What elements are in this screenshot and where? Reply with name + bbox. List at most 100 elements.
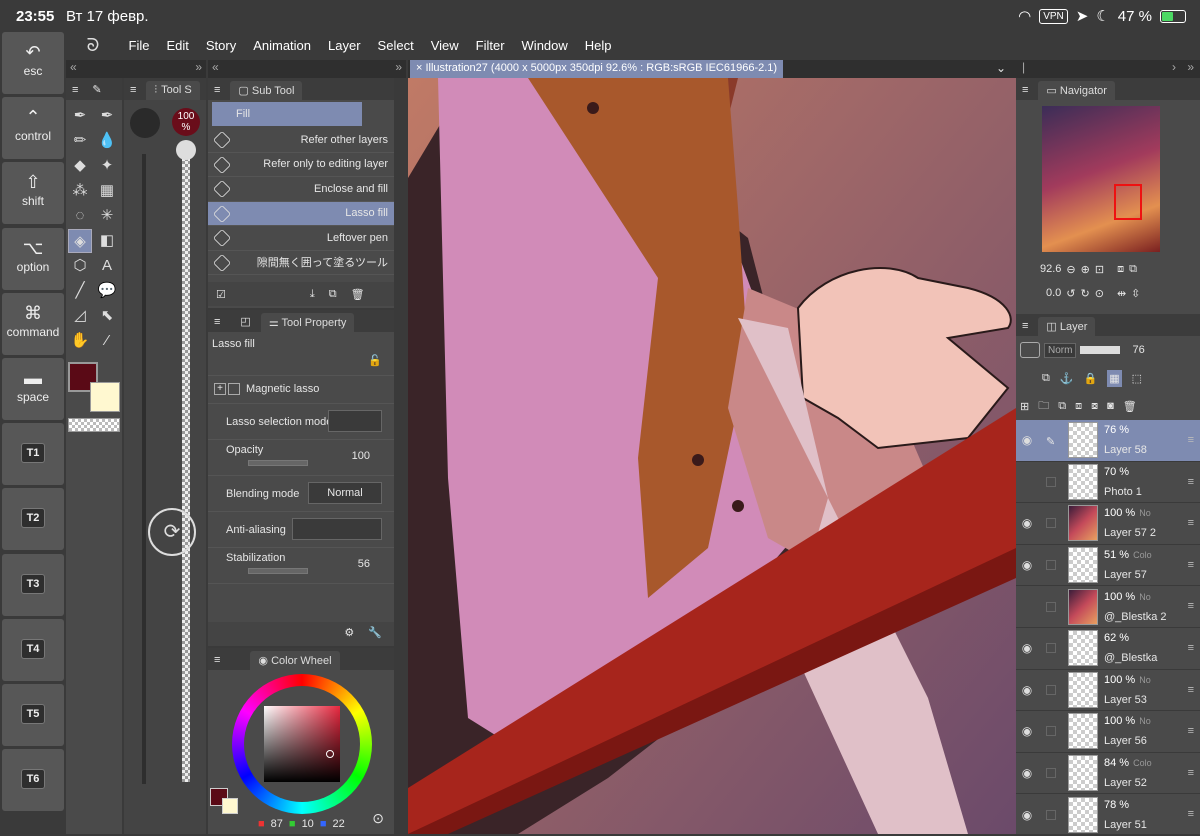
gradient-tool-icon[interactable]: ◧ [95, 229, 119, 253]
menu-help[interactable]: Help [576, 38, 620, 53]
copy-layer-icon[interactable]: ⧉ [1058, 400, 1066, 413]
operation-tool-icon[interactable]: ⬉ [95, 304, 119, 328]
key-command[interactable]: ⌘ command [2, 292, 64, 355]
rotate-left-icon[interactable]: ↺ [1066, 287, 1075, 300]
sub-tool-group-fill[interactable]: Fill [212, 102, 362, 126]
eraser-tool-icon[interactable]: ◆ [68, 154, 92, 178]
layer-row[interactable]: ◉ ✎ 76 % Layer 58 ≡ [1016, 420, 1200, 462]
color-mode-icon[interactable]: ⊙ [372, 810, 384, 827]
flip-vertical-icon[interactable]: ⇳ [1131, 287, 1140, 300]
tab-tool-settings[interactable]: ⫶ Tool S [146, 81, 200, 100]
csp-logo-icon[interactable]: ᘐ [66, 35, 120, 56]
pen-tab-icon[interactable]: ✎ [92, 83, 101, 96]
menu-story[interactable]: Story [197, 38, 244, 53]
layer-select-checkbox[interactable] [1046, 809, 1056, 820]
zoom-in-icon[interactable]: ⊕ [1081, 263, 1090, 276]
key-t3[interactable]: T3 [2, 553, 64, 616]
tab-tool-property[interactable]: ⚌ Tool Property [260, 313, 355, 332]
magic-wand-icon[interactable]: ✳ [95, 204, 119, 228]
new-folder-icon[interactable]: 🗀 [1038, 397, 1049, 416]
key-esc[interactable]: ↶ esc [2, 32, 64, 94]
sub-tool-item[interactable]: Leftover pen [208, 226, 394, 251]
menu-animation[interactable]: Animation [245, 38, 320, 53]
tab-layer[interactable]: ◫ Layer [1038, 317, 1096, 336]
collapse-strip-right[interactable]: | ›» [1016, 60, 1200, 78]
sub-tool-item[interactable]: Lasso fill [208, 201, 394, 226]
merge-down-icon[interactable]: ⧈ [1075, 400, 1082, 413]
key-space[interactable]: ▬ space [2, 358, 64, 420]
eyedropper-icon[interactable]: ⁄ [95, 329, 119, 353]
magnetic-lasso-checkbox[interactable] [228, 383, 240, 395]
zoom-fit-icon[interactable]: ⊡ [1095, 263, 1104, 276]
lock-transparency-icon[interactable]: ▦ [1107, 369, 1122, 387]
rotate-canvas-icon[interactable]: ⟳ [148, 508, 196, 556]
lasso-tool-icon[interactable]: ◌ [68, 204, 92, 228]
layer-blend-dropdown[interactable]: Norm [1044, 342, 1077, 358]
layer-select-checkbox[interactable] [1046, 726, 1056, 737]
menu-icon[interactable]: ≡ [214, 84, 220, 96]
tab-sub-tool[interactable]: ▢ Sub Tool [230, 81, 303, 100]
menu-icon[interactable]: ≡ [214, 316, 220, 328]
brush-size-track[interactable] [142, 154, 146, 784]
layer-drag-handle-icon[interactable]: ≡ [1188, 559, 1194, 571]
balloon-tool-icon[interactable]: 💬 [95, 279, 119, 303]
zoom-value[interactable]: 92.6 [1040, 263, 1061, 275]
layer-select-checkbox[interactable] [1046, 643, 1056, 654]
sub-tool-item[interactable]: Refer other layers [208, 128, 394, 153]
trash-icon[interactable]: 🗑 [351, 288, 365, 301]
layer-row[interactable]: ◉ 100 % No Layer 53 ≡ [1016, 670, 1200, 712]
layer-drag-handle-icon[interactable]: ≡ [1188, 642, 1194, 654]
navigator-viewport-frame[interactable] [1114, 184, 1142, 220]
opacity-slider-handle[interactable] [176, 140, 196, 160]
settings-icon[interactable]: ☑ [216, 288, 226, 301]
eye-icon[interactable]: ◉ [1016, 724, 1038, 738]
key-t1[interactable]: T1 [2, 423, 64, 486]
canvas-tab[interactable]: × Illustration27 (4000 x 5000px 350dpi 9… [410, 60, 784, 78]
menu-icon[interactable]: ≡ [1022, 84, 1028, 96]
nav-tab-icon[interactable]: ◰ [240, 315, 250, 328]
lock-layer-icon[interactable]: 🔒 [1084, 372, 1098, 385]
new-raster-layer-icon[interactable]: ⊞ [1020, 400, 1029, 413]
layer-row[interactable]: ◉ 78 % Layer 51 ≡ [1016, 794, 1200, 836]
layer-drag-handle-icon[interactable]: ≡ [1188, 517, 1194, 529]
navigator-preview[interactable] [1042, 106, 1160, 252]
sub-color-mini[interactable] [222, 798, 238, 814]
frame-tool-icon[interactable]: ◿ [68, 304, 92, 328]
layer-drag-handle-icon[interactable]: ≡ [1188, 767, 1194, 779]
key-shift[interactable]: ⇧ shift [2, 162, 64, 225]
clip-icon[interactable]: ⧉ [1042, 372, 1050, 385]
layer-row[interactable]: ◉ 100 % No Layer 57 2 ≡ [1016, 503, 1200, 545]
3d-object-icon[interactable]: ⬡ [68, 254, 92, 278]
create-mask-icon[interactable]: ◙ [1107, 400, 1114, 412]
lock-icon[interactable]: 🔓 [368, 354, 382, 367]
anti-aliasing-selector[interactable] [292, 518, 382, 540]
layer-drag-handle-icon[interactable]: ≡ [1188, 808, 1194, 820]
layer-drag-handle-icon[interactable]: ≡ [1188, 725, 1194, 737]
actual-size-icon[interactable]: ⧉ [1129, 263, 1137, 276]
blend-tool-icon[interactable]: 💧 [95, 129, 119, 153]
menu-icon[interactable]: ≡ [72, 84, 78, 96]
key-t5[interactable]: T5 [2, 684, 64, 746]
layer-type-icon[interactable] [1020, 342, 1040, 358]
reference-icon[interactable]: ⚓ [1060, 372, 1074, 385]
sub-tool-item[interactable]: Enclose and fill [208, 177, 394, 202]
eye-icon[interactable]: ◉ [1016, 433, 1038, 447]
eye-icon[interactable]: ◉ [1016, 641, 1038, 655]
menu-icon[interactable]: ≡ [1022, 320, 1028, 332]
stabilization-slider[interactable] [248, 568, 308, 574]
pen-tool-icon[interactable]: ✒ [68, 104, 92, 128]
saturation-value-square[interactable] [264, 706, 340, 782]
opacity-value[interactable]: 100 [352, 450, 370, 462]
menu-icon[interactable]: ≡ [214, 654, 220, 666]
sub-tool-item[interactable]: Refer only to editing layer [208, 153, 394, 177]
eye-icon[interactable]: ◉ [1016, 516, 1038, 530]
key-option[interactable]: ⌥ option [2, 227, 64, 290]
rotation-value[interactable]: 0.0 [1046, 287, 1061, 299]
menu-icon[interactable]: ≡ [130, 84, 136, 96]
layer-opacity-slider[interactable] [1080, 346, 1121, 354]
marker-tool-icon[interactable]: ✒ [95, 104, 119, 128]
lasso-mode-selector[interactable] [328, 410, 382, 432]
artwork-canvas[interactable] [408, 78, 1016, 834]
chevron-down-icon[interactable]: ⌄ [996, 61, 1006, 75]
tab-navigator[interactable]: ▭ Navigator [1038, 81, 1115, 100]
